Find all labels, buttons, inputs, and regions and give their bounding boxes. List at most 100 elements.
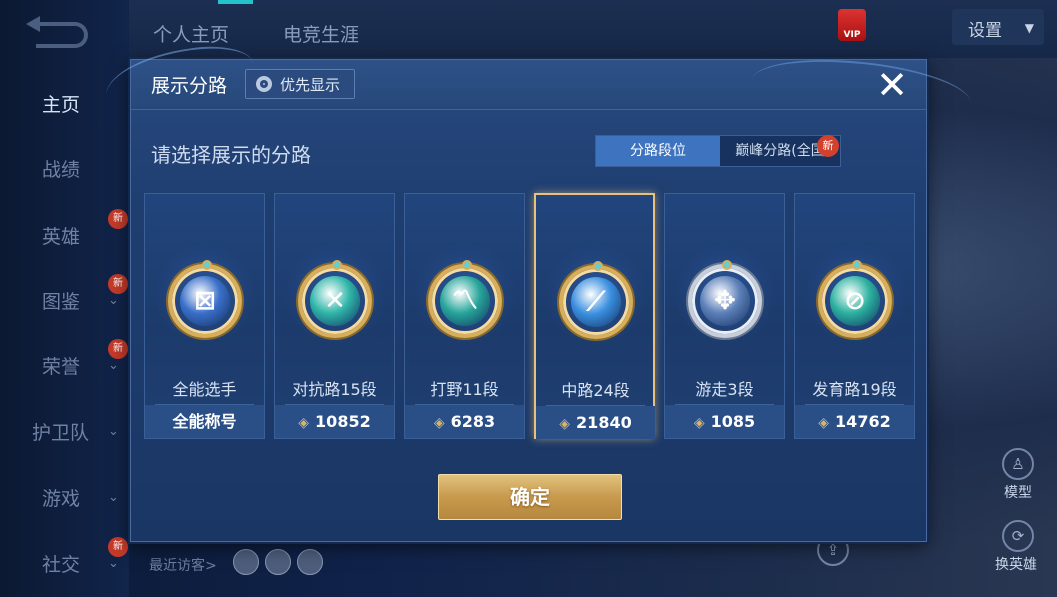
nav-item[interactable]: 主页 — [42, 90, 80, 117]
badge-gem — [852, 260, 862, 270]
lane-name: 中路24段 — [561, 381, 630, 400]
new-badge: 新 — [108, 274, 128, 294]
tab-personal-home[interactable]: 个人主页 — [153, 20, 229, 47]
points-icon: ◈ — [433, 415, 445, 431]
lane-badge-icon: ⊠ — [168, 260, 242, 338]
lane-footer: ◈ 1085 — [665, 405, 784, 438]
switch-hero-icon[interactable]: ⟳ — [1002, 520, 1034, 552]
nav-item[interactable]: 战绩 — [42, 155, 80, 182]
lane-footer: ◈ 6283 — [405, 405, 524, 438]
lane-card[interactable]: ⟋ 中路24段 ◈ 21840 — [534, 193, 655, 439]
dialog-header: 展示分路 优先显示 ✕ — [101, 39, 974, 134]
lane-title: 全能称号 — [172, 412, 237, 431]
lane-badge-icon: ✕ — [298, 260, 372, 338]
priority-display-button[interactable]: 优先显示 — [245, 69, 355, 99]
badge-core: ⊠ — [180, 276, 230, 326]
switch-hero-label[interactable]: 换英雄 — [995, 554, 1037, 574]
lane-symbol-icon: ✕ — [324, 286, 346, 316]
lane-footer: 全能称号 — [145, 405, 264, 438]
recent-visitors-label[interactable]: 最近访客> — [149, 555, 217, 575]
lane-name: 游走3段 — [695, 380, 754, 399]
new-badge: 新 — [108, 209, 128, 229]
lane-card[interactable]: ✥ 游走3段 ◈ 1085 — [664, 193, 785, 439]
badge-core: ✕ — [310, 276, 360, 326]
badge-gem — [722, 260, 732, 270]
dialog-title: 展示分路 — [151, 75, 228, 97]
avatar[interactable] — [265, 549, 291, 575]
lane-badge-icon: 〽 — [428, 260, 502, 338]
new-badge: 新 — [108, 537, 128, 557]
settings-button[interactable]: 设置 ▼ — [952, 9, 1044, 45]
accent-strip — [218, 0, 253, 4]
badge-core: ⊘ — [830, 276, 880, 326]
lane-symbol-icon: ⊠ — [194, 286, 216, 316]
lane-name: 全能选手 — [172, 380, 237, 399]
lane-card[interactable]: ⊘ 发育路19段 ◈ 14762 — [794, 193, 915, 439]
lane-footer: ◈ 14762 — [795, 405, 914, 438]
lane-display-dialog: 展示分路 优先显示 ✕ 请选择展示的分路 分路段位 巅峰分路(全国 新 ⊠ 全能选… — [101, 39, 974, 542]
badge-core: ⟋ — [571, 277, 621, 327]
badge-gem — [593, 261, 603, 271]
lane-name: 发育路19段 — [812, 380, 897, 399]
new-badge: 新 — [817, 135, 839, 157]
badge-gem — [332, 260, 342, 270]
model-icon[interactable]: ♙ — [1002, 448, 1034, 480]
lane-symbol-icon: 〽 — [451, 286, 478, 316]
lane-symbol-icon: ⊘ — [844, 286, 866, 316]
nav-item[interactable]: 图鉴 — [42, 287, 80, 314]
tab-esports-career[interactable]: 电竞生涯 — [283, 20, 359, 47]
lane-badge-icon: ⊘ — [818, 260, 892, 338]
badge-core: 〽 — [440, 276, 490, 326]
vip-icon[interactable]: VIP — [838, 9, 866, 41]
nav-item[interactable]: 护卫队 — [32, 418, 89, 445]
badge-gem — [462, 260, 472, 270]
chevron-down-icon: ⌄ — [108, 556, 119, 571]
lane-symbol-icon: ⟋ — [586, 287, 606, 317]
badge-gem — [202, 260, 212, 270]
nav-item[interactable]: 英雄 — [42, 222, 80, 249]
chevron-down-icon: ⌄ — [108, 424, 119, 439]
avatar[interactable] — [233, 549, 259, 575]
lane-card[interactable]: 〽打野11段 ◈ 6283 — [404, 193, 525, 439]
lane-points: 6283 — [450, 412, 496, 431]
points-icon: ◈ — [818, 415, 830, 431]
gear-icon — [256, 76, 272, 92]
lane-badge-icon: ✥ — [688, 260, 762, 338]
lane-card[interactable]: ⊠ 全能选手全能称号 — [144, 193, 265, 439]
top-bar: 个人主页 电竞生涯 — [129, 0, 1057, 58]
lane-name: 打野11段 — [430, 380, 499, 399]
lane-card[interactable]: ✕ 对抗路15段 ◈ 10852 — [274, 193, 395, 439]
avatar[interactable] — [297, 549, 323, 575]
settings-label: 设置 — [968, 21, 1002, 41]
points-icon: ◈ — [298, 415, 310, 431]
nav-item[interactable]: 社交 — [42, 550, 80, 577]
priority-label: 优先显示 — [280, 76, 341, 94]
back-arrow-icon[interactable] — [26, 16, 88, 48]
chevron-down-icon: ▼ — [1024, 21, 1034, 35]
lane-badge-icon: ⟋ — [559, 261, 633, 339]
chevron-down-icon: ⌄ — [108, 293, 119, 308]
confirm-button[interactable]: 确定 — [438, 474, 622, 520]
model-label[interactable]: 模型 — [1004, 482, 1032, 502]
close-icon: ✕ — [876, 63, 908, 107]
lane-symbol-icon: ✥ — [714, 286, 736, 316]
new-badge: 新 — [108, 339, 128, 359]
chevron-down-icon: ⌄ — [108, 358, 119, 373]
dialog-subtitle: 请选择展示的分路 — [151, 143, 311, 167]
points-icon: ◈ — [693, 415, 705, 431]
lane-points: 21840 — [576, 413, 632, 432]
nav-item[interactable]: 游戏 — [42, 484, 80, 511]
lane-points: 10852 — [315, 412, 371, 431]
tab-lane-rank[interactable]: 分路段位 — [596, 136, 720, 166]
lane-footer: ◈ 10852 — [275, 405, 394, 438]
lane-points: 1085 — [710, 412, 756, 431]
points-icon: ◈ — [559, 416, 571, 432]
close-button[interactable]: ✕ — [871, 64, 913, 106]
lane-points: 14762 — [835, 412, 891, 431]
segment-control: 分路段位 巅峰分路(全国 — [595, 135, 841, 167]
nav-item[interactable]: 荣誉 — [42, 352, 80, 379]
chevron-down-icon: ⌄ — [108, 490, 119, 505]
lane-footer: ◈ 21840 — [536, 406, 655, 439]
lane-name: 对抗路15段 — [292, 380, 377, 399]
badge-core: ✥ — [700, 276, 750, 326]
